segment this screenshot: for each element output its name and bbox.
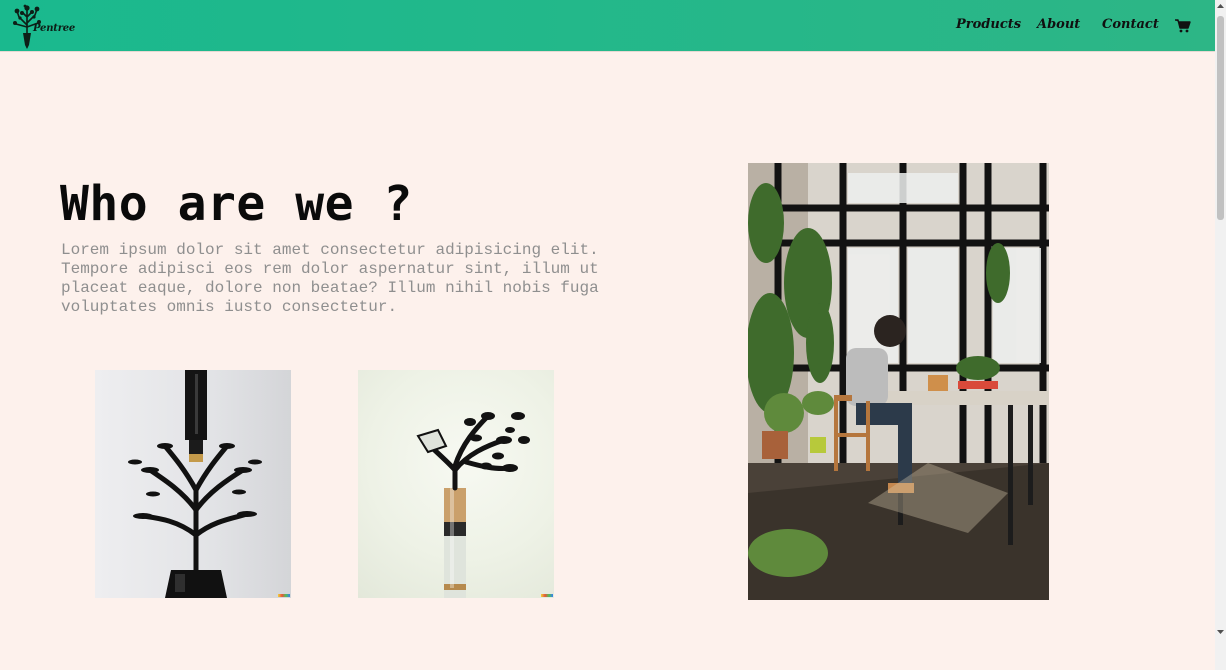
- product-photo-tree-pen: [358, 370, 554, 598]
- team-workspace-photo: [748, 163, 1049, 600]
- navbar: Pentree Products About Contact: [0, 0, 1215, 52]
- nav-link-contact[interactable]: Contact: [1102, 17, 1159, 32]
- image-watermark-strip: [541, 594, 553, 597]
- scrollbar-thumb[interactable]: [1217, 16, 1224, 220]
- nav-link-products[interactable]: Products: [956, 17, 1021, 32]
- scroll-up-arrow-icon[interactable]: [1217, 2, 1224, 10]
- cart-button[interactable]: [1175, 19, 1191, 33]
- product-photo-tree-pen-stand: [95, 370, 291, 598]
- hero-description: Lorem ipsum dolor sit amet consectetur a…: [61, 241, 599, 316]
- tree-pen-stand-illustration: [128, 370, 262, 598]
- nav-link-about[interactable]: About: [1037, 17, 1080, 32]
- page-title: Who are we ?: [60, 176, 413, 232]
- tree-pen-illustration: [416, 412, 530, 598]
- workspace-illustration: [748, 163, 1049, 600]
- main-nav: Products About Contact: [0, 17, 1215, 37]
- shopping-cart-icon: [1175, 19, 1191, 33]
- scroll-down-arrow-icon[interactable]: [1217, 628, 1224, 636]
- page-scrollbar[interactable]: [1215, 0, 1226, 670]
- image-watermark-strip: [278, 594, 290, 597]
